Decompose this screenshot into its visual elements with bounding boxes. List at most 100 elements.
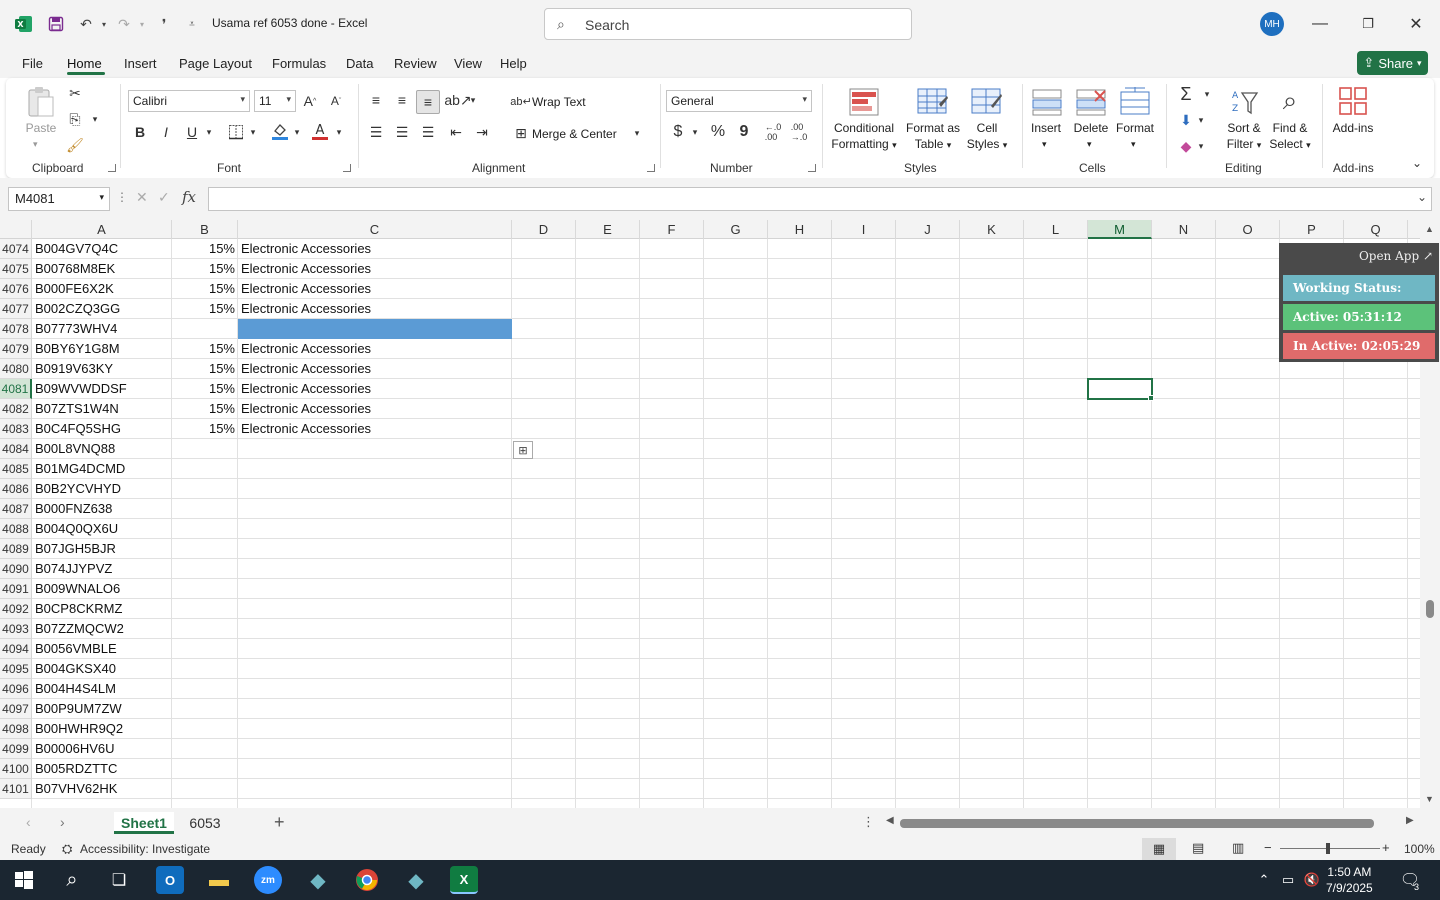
tab-file[interactable]: File bbox=[22, 56, 43, 71]
chevron-down-icon[interactable]: ▾ bbox=[1131, 136, 1136, 152]
find-select-label-1[interactable]: Find & bbox=[1270, 120, 1310, 136]
cell-b[interactable] bbox=[172, 779, 235, 799]
prev-sheet-icon[interactable]: ‹ bbox=[26, 814, 31, 830]
vertical-scroll-thumb[interactable] bbox=[1426, 600, 1434, 618]
tracker-app-icon-2[interactable]: ◆ bbox=[402, 866, 430, 894]
row-header[interactable]: 4084 bbox=[0, 439, 32, 459]
tab-data[interactable]: Data bbox=[346, 56, 373, 71]
row-header[interactable]: 4078 bbox=[0, 319, 32, 339]
excel-taskbar-icon[interactable]: X bbox=[450, 866, 478, 894]
format-as-table-icon[interactable] bbox=[916, 86, 950, 118]
row-header[interactable]: 4081 bbox=[0, 379, 32, 399]
tab-help[interactable]: Help bbox=[500, 56, 527, 71]
cell-a[interactable]: B0056VMBLE bbox=[35, 639, 169, 659]
cell-a[interactable]: B00HWHR9Q2 bbox=[35, 719, 169, 739]
cell-b[interactable] bbox=[172, 539, 235, 559]
cell-b[interactable] bbox=[172, 579, 235, 599]
cell-a[interactable]: B004Q0QX6U bbox=[35, 519, 169, 539]
cell-a[interactable]: B00768M8EK bbox=[35, 259, 169, 279]
row-header[interactable]: 4077 bbox=[0, 299, 32, 319]
user-avatar[interactable]: MH bbox=[1260, 12, 1284, 36]
clear-dropdown-icon[interactable]: ▾ bbox=[1196, 138, 1206, 154]
sheet-tab-sheet1[interactable]: Sheet1 bbox=[114, 812, 174, 834]
horizontal-scroll-thumb[interactable] bbox=[900, 819, 1374, 828]
cell-a[interactable]: B07ZTS1W4N bbox=[35, 399, 169, 419]
cell-c[interactable] bbox=[241, 719, 509, 739]
outlook-icon[interactable]: O bbox=[156, 866, 184, 894]
cell-a[interactable]: B09WVWDDSF bbox=[35, 379, 169, 399]
collapse-ribbon-icon[interactable]: ⌄ bbox=[1410, 156, 1424, 170]
row-header[interactable]: 4075 bbox=[0, 259, 32, 279]
share-button[interactable]: ⇪ Share ▾ bbox=[1357, 51, 1428, 75]
cell-b[interactable] bbox=[172, 439, 235, 459]
align-right-icon[interactable]: ☰ bbox=[418, 122, 438, 142]
volume-muted-icon[interactable]: 🔇 bbox=[1298, 866, 1326, 894]
tab-insert[interactable]: Insert bbox=[124, 56, 157, 71]
format-painter-icon[interactable]: 🖌 bbox=[66, 136, 84, 154]
cell-a[interactable]: B074JJYPVZ bbox=[35, 559, 169, 579]
add-sheet-icon[interactable]: + bbox=[274, 812, 285, 833]
cell-b[interactable] bbox=[172, 719, 235, 739]
cell-a[interactable]: B004GKSX40 bbox=[35, 659, 169, 679]
search-box[interactable]: ⌕ Search bbox=[544, 8, 912, 40]
page-break-view-icon[interactable]: ▥ bbox=[1232, 840, 1244, 856]
row-header[interactable]: 4087 bbox=[0, 499, 32, 519]
merge-center-button[interactable]: Merge & Center bbox=[532, 126, 617, 142]
cell-b[interactable] bbox=[172, 759, 235, 779]
cell-b[interactable]: 15% bbox=[172, 239, 235, 259]
cell-a[interactable]: B07VHV62HK bbox=[35, 779, 169, 799]
column-header-k[interactable]: K bbox=[960, 220, 1024, 239]
cell-a[interactable]: B004H4S4LM bbox=[35, 679, 169, 699]
cell-c[interactable]: Electronic Accessories bbox=[241, 359, 509, 379]
font-color-icon[interactable]: A bbox=[310, 120, 330, 142]
scroll-left-icon[interactable]: ◀ bbox=[886, 815, 894, 826]
fill-dropdown-icon[interactable]: ▾ bbox=[1196, 112, 1206, 128]
cell-b[interactable] bbox=[172, 479, 235, 499]
cell-b[interactable] bbox=[172, 739, 235, 759]
column-header-e[interactable]: E bbox=[576, 220, 640, 239]
cell-b[interactable] bbox=[172, 659, 235, 679]
cell-c[interactable] bbox=[241, 559, 509, 579]
row-header[interactable]: 4096 bbox=[0, 679, 32, 699]
cancel-entry-icon[interactable]: ✕ bbox=[136, 189, 148, 206]
worksheet-grid[interactable]: A B C D E F G H I J K L M N O P Q 4074 B0… bbox=[0, 220, 1440, 808]
cell-c[interactable] bbox=[241, 479, 509, 499]
format-painter-quick-icon[interactable]: ❜ bbox=[154, 14, 174, 34]
cell-b[interactable] bbox=[172, 639, 235, 659]
selected-cell[interactable] bbox=[1087, 378, 1153, 400]
redo-dropdown-icon[interactable]: ▾ bbox=[132, 14, 152, 34]
column-header-g[interactable]: G bbox=[704, 220, 768, 239]
taskbar-search-icon[interactable]: ⌕ bbox=[58, 866, 86, 894]
currency-button[interactable]: $ bbox=[668, 122, 688, 142]
wrap-text-button[interactable]: Wrap Text bbox=[532, 94, 586, 110]
column-header-a[interactable]: A bbox=[32, 220, 172, 239]
confirm-entry-icon[interactable]: ✓ bbox=[158, 189, 170, 206]
conditional-formatting-label-1[interactable]: Conditional bbox=[824, 120, 904, 136]
fill-handle[interactable] bbox=[1148, 395, 1154, 401]
column-header-h[interactable]: H bbox=[768, 220, 832, 239]
format-as-table-label-1[interactable]: Format as bbox=[900, 120, 966, 136]
cell-styles-icon[interactable] bbox=[970, 86, 1004, 118]
filled-cell-c4078[interactable] bbox=[238, 319, 512, 339]
align-middle-icon[interactable]: ≡ bbox=[392, 90, 412, 110]
row-header[interactable]: 4082 bbox=[0, 399, 32, 419]
add-ins-icon[interactable] bbox=[1336, 84, 1370, 118]
format-as-table-button[interactable]: Table ▾ bbox=[900, 136, 966, 153]
cell-a[interactable]: B0919V63KY bbox=[35, 359, 169, 379]
conditional-formatting-icon[interactable] bbox=[848, 86, 880, 118]
accessibility-icon[interactable]: ⛭ bbox=[62, 841, 72, 857]
row-header[interactable]: 4100 bbox=[0, 759, 32, 779]
cell-c[interactable] bbox=[241, 739, 509, 759]
tab-page-layout[interactable]: Page Layout bbox=[179, 56, 252, 71]
scroll-right-icon[interactable]: ▶ bbox=[1406, 815, 1414, 826]
cell-c[interactable] bbox=[241, 619, 509, 639]
font-launcher-icon[interactable] bbox=[343, 164, 351, 172]
fill-color-icon[interactable] bbox=[270, 120, 290, 142]
cell-c[interactable]: Electronic Accessories bbox=[241, 399, 509, 419]
row-header[interactable]: 4092 bbox=[0, 599, 32, 619]
align-top-icon[interactable]: ≡ bbox=[366, 90, 386, 110]
name-box[interactable]: M4081 ▾ bbox=[8, 187, 110, 211]
cell-a[interactable]: B004GV7Q4C bbox=[35, 239, 169, 259]
tracker-app-icon[interactable]: ◆ bbox=[304, 866, 332, 894]
clear-icon[interactable]: ◆ bbox=[1176, 136, 1196, 156]
